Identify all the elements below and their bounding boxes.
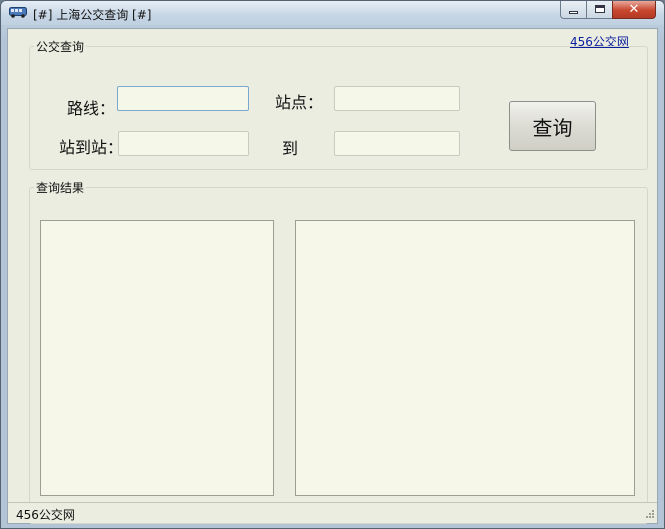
result-detail[interactable] <box>295 220 635 496</box>
title-bar[interactable]: [#] 上海公交查询 [#] ✕ <box>1 1 664 25</box>
from-station-input[interactable] <box>118 131 249 156</box>
maximize-icon <box>595 5 605 13</box>
minimize-button[interactable] <box>560 1 586 19</box>
bus-query-legend: 公交查询 <box>36 40 85 54</box>
to-label: 到 <box>282 139 299 158</box>
close-icon: ✕ <box>628 2 640 17</box>
bus-icon <box>9 7 27 18</box>
station-input[interactable] <box>334 86 460 111</box>
to-station-input[interactable] <box>334 131 460 156</box>
window-controls: ✕ <box>560 1 656 19</box>
status-bar: 456公交网 <box>8 502 657 523</box>
close-button[interactable]: ✕ <box>612 1 656 19</box>
query-button[interactable]: 查询 <box>509 101 596 151</box>
query-result-group: 查询结果 <box>29 179 648 524</box>
route-label: 路线： <box>67 99 116 118</box>
maximize-button[interactable] <box>586 1 612 19</box>
window-title: [#] 上海公交查询 [#] <box>33 8 152 22</box>
station-label: 站点： <box>275 93 324 112</box>
client-area: 456公交网 公交查询 路线： 站点： 站到站： 到 查询 查询结果 456公交… <box>7 28 658 524</box>
station-to-station-label: 站到站： <box>59 138 124 157</box>
route-list[interactable] <box>40 220 274 496</box>
app-window: [#] 上海公交查询 [#] ✕ 456公交网 公交查询 路线： 站点： 站到站… <box>0 0 665 529</box>
query-result-legend: 查询结果 <box>36 181 85 195</box>
bus-query-group: 公交查询 路线： 站点： 站到站： 到 查询 <box>29 38 648 170</box>
status-text: 456公交网 <box>16 508 75 522</box>
resize-grip-icon[interactable] <box>643 509 655 521</box>
minimize-icon <box>569 11 578 14</box>
route-input[interactable] <box>117 86 249 111</box>
